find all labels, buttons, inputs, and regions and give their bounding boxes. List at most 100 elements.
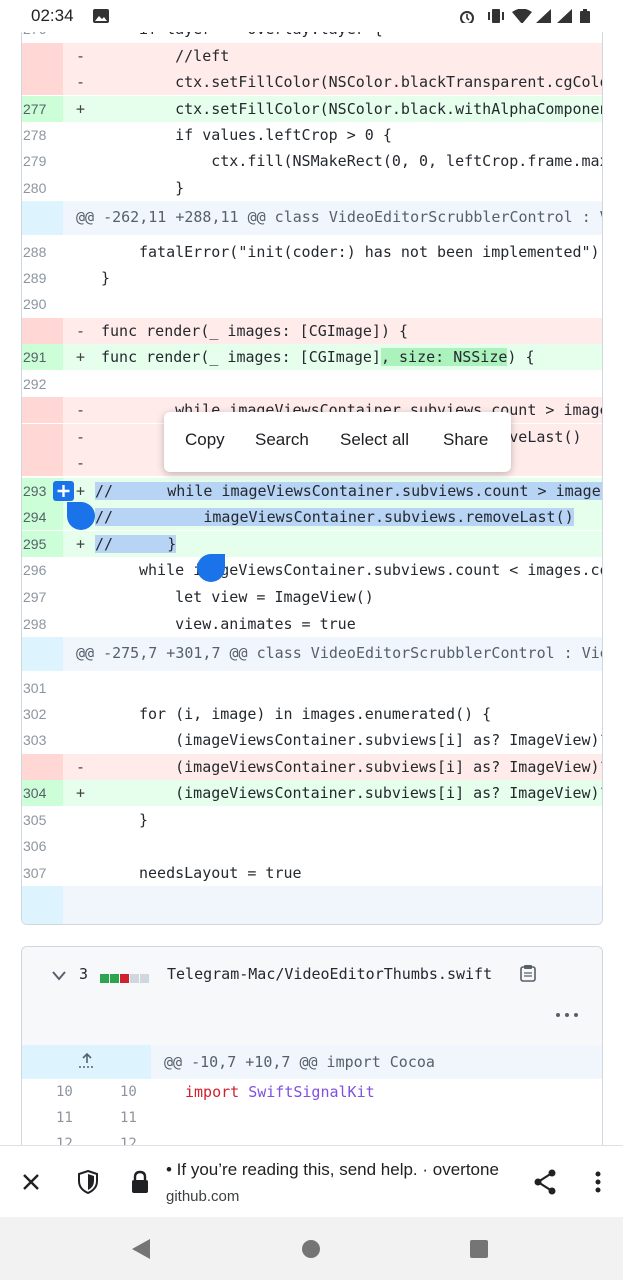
diff-line: 288 fatalError("init(coder:) has not been… (22, 239, 602, 265)
code-line[interactable]: if layer == overlay.layer { (139, 32, 383, 42)
lock-icon[interactable] (130, 1170, 150, 1194)
close-icon[interactable] (22, 1173, 40, 1191)
page-title-snippet[interactable]: • If you’re reading this, send help. · o… (166, 1160, 512, 1180)
signal-icon (536, 9, 551, 23)
diff-line: 11 11 (22, 1105, 602, 1131)
file-path[interactable]: Telegram-Mac/VideoEditorThumbs.swift (167, 965, 492, 983)
line-number[interactable]: 280 (22, 175, 63, 201)
code-line[interactable]: } (139, 807, 148, 833)
share-menu-item[interactable]: Share (443, 430, 488, 450)
code-text: ctx.setFillColor(NSColor.blackTransparen… (139, 73, 603, 91)
hunk-header-row: @@ -275,7 +301,7 @@ class VideoEditorScr… (22, 637, 602, 671)
more-options-icon[interactable] (555, 1012, 579, 1018)
code-line[interactable]: func render(_ images: [CGImage], size: N… (101, 344, 535, 370)
expand-up-icon (79, 1053, 95, 1068)
line-number[interactable] (22, 397, 63, 423)
code-line[interactable]: // imageViewsContainer.subviews.removeLa… (95, 504, 574, 530)
diff-line: - //left (22, 43, 602, 69)
code-line[interactable]: // while imageViewsContainer.subviews.co… (95, 478, 602, 504)
expand-comment-button[interactable] (53, 481, 74, 501)
line-number[interactable] (22, 754, 63, 780)
code-line[interactable]: (imageViewsContainer.subviews[i] as? Ima… (139, 754, 602, 780)
code-line[interactable]: (imageViewsContainer.subviews[i] as? Ima… (139, 727, 602, 753)
code-line[interactable]: ctx.fill(NSMakeRect(0, 0, leftCrop.frame… (139, 148, 602, 174)
line-number[interactable]: 297 (22, 584, 63, 610)
code-line[interactable]: for (i, image) in images.enumerated() { (139, 701, 491, 727)
copy-path-icon[interactable] (520, 964, 536, 982)
line-number[interactable]: 303 (22, 727, 63, 753)
line-number[interactable]: 279 (22, 148, 63, 174)
line-number[interactable] (22, 424, 63, 450)
diffstat-bar (100, 970, 149, 988)
diff-line: - ctx.setFillColor(NSColor.blackTranspar… (22, 69, 602, 95)
line-number[interactable]: 296 (22, 557, 63, 583)
diff-line: 277 + ctx.setFillColor(NSColor.black.with… (22, 96, 602, 122)
home-icon[interactable] (301, 1239, 321, 1259)
hunk-header[interactable]: @@ -262,11 +288,11 @@ class VideoEditorS… (76, 201, 602, 233)
new-line-number[interactable]: 11 (120, 1105, 137, 1131)
selection-end-handle[interactable] (197, 554, 225, 582)
diff-line: 307 needsLayout = true (22, 860, 602, 886)
code-line[interactable]: ctx.setFillColor(NSColor.blackTransparen… (139, 69, 603, 95)
diff-line: 306 (22, 833, 602, 859)
line-number[interactable] (22, 450, 63, 476)
old-line-number[interactable]: 10 (56, 1079, 73, 1105)
line-number[interactable]: 294 (22, 504, 63, 530)
expand-up-button[interactable] (22, 1045, 151, 1079)
line-number[interactable]: 277 (22, 96, 63, 122)
recents-icon[interactable] (469, 1239, 489, 1259)
code-line[interactable]: // } (95, 531, 177, 557)
back-icon[interactable] (131, 1238, 151, 1260)
code-line[interactable]: } (139, 175, 184, 201)
line-number[interactable]: 304 (22, 780, 63, 806)
alarm-icon (460, 11, 474, 23)
hunk-header[interactable]: @@ -275,7 +301,7 @@ class VideoEditorScr… (76, 637, 602, 669)
page-domain[interactable]: github.com (166, 1188, 239, 1205)
search-menu-item[interactable]: Search (255, 430, 309, 450)
selected-text: // while imageViewsContainer.subviews.co… (95, 482, 602, 500)
line-number[interactable]: 305 (22, 807, 63, 833)
code-line[interactable]: (imageViewsContainer.subviews[i] as? Ima… (139, 780, 602, 806)
share-icon[interactable] (533, 1169, 557, 1195)
line-number[interactable]: 306 (22, 833, 63, 859)
old-line-number[interactable]: 11 (56, 1105, 73, 1131)
overflow-menu-icon[interactable] (595, 1171, 601, 1193)
code-line[interactable]: ctx.setFillColor(NSColor.black.withAlpha… (139, 96, 602, 122)
line-number[interactable]: 301 (22, 675, 63, 701)
line-number[interactable]: 288 (22, 239, 63, 265)
line-number[interactable] (22, 318, 63, 344)
line-number[interactable]: 289 (22, 265, 63, 291)
line-number[interactable]: 291 (22, 344, 63, 370)
line-number[interactable]: 292 (22, 371, 63, 397)
code-line[interactable]: let view = ImageView() (139, 584, 374, 610)
copy-menu-item[interactable]: Copy (185, 430, 225, 450)
chevron-down-icon[interactable] (52, 971, 66, 981)
selection-start-handle[interactable] (67, 502, 95, 530)
code-segment: ) { (507, 348, 535, 366)
code-line[interactable]: needsLayout = true (139, 860, 302, 886)
line-number[interactable] (22, 43, 63, 69)
line-number[interactable]: 290 (22, 291, 63, 317)
diff-end-row (22, 886, 602, 924)
code-text: if values.leftCrop > 0 { (139, 126, 392, 144)
line-number[interactable] (22, 201, 63, 235)
code-line[interactable]: view.animates = true (139, 611, 356, 637)
code-line[interactable]: //left (139, 43, 229, 69)
line-number[interactable]: 302 (22, 701, 63, 727)
line-number[interactable] (22, 637, 63, 671)
line-number[interactable]: 298 (22, 611, 63, 637)
select-all-menu-item[interactable]: Select all (340, 430, 409, 450)
shield-icon[interactable] (77, 1170, 99, 1194)
code-line[interactable]: fatalError("init(coder:) has not been im… (139, 239, 600, 265)
line-number[interactable]: 307 (22, 860, 63, 886)
line-number[interactable] (22, 69, 63, 95)
line-number[interactable]: 276 (22, 32, 63, 42)
line-number[interactable]: 295 (22, 531, 63, 557)
line-number[interactable]: 278 (22, 122, 63, 148)
code-line[interactable]: import SwiftSignalKit (185, 1079, 375, 1105)
code-line[interactable]: if values.leftCrop > 0 { (139, 122, 392, 148)
system-nav-bar (0, 1217, 623, 1280)
code-line[interactable]: } (101, 265, 110, 291)
new-line-number[interactable]: 10 (120, 1079, 137, 1105)
code-line[interactable]: func render(_ images: [CGImage]) { (101, 318, 408, 344)
